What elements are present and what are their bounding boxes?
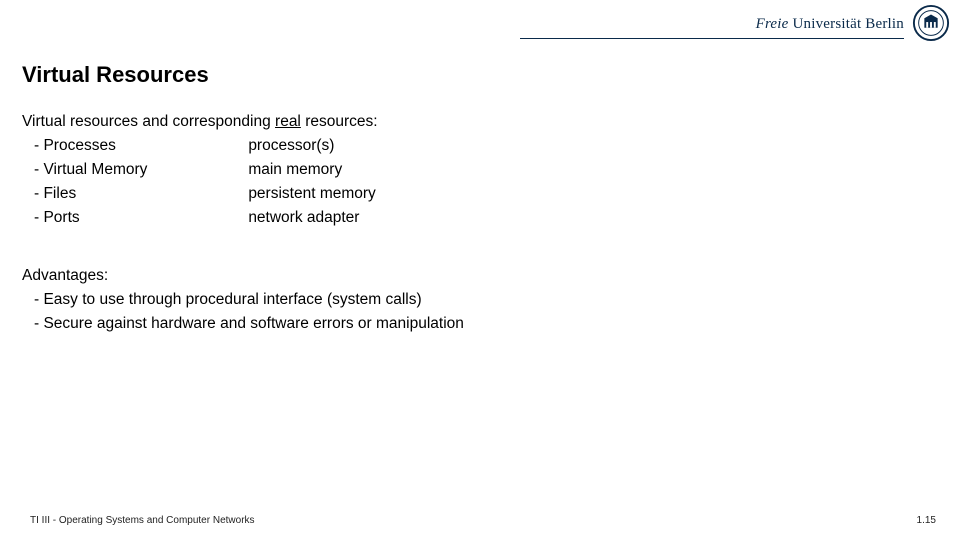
advantages-heading: Advantages: bbox=[22, 264, 464, 288]
resource-row: - Processes processor(s) bbox=[22, 134, 464, 158]
advantage-item: - Easy to use through procedural interfa… bbox=[22, 288, 464, 312]
resource-real: persistent memory bbox=[248, 182, 375, 206]
resource-row: - Virtual Memory main memory bbox=[22, 158, 464, 182]
header: Freie Universität Berlin bbox=[0, 0, 960, 46]
header-divider bbox=[520, 38, 904, 39]
brand-word-berlin: Berlin bbox=[865, 16, 904, 32]
resource-row: - Ports network adapter bbox=[22, 206, 464, 230]
resource-row: - Files persistent memory bbox=[22, 182, 464, 206]
advantages-block: Advantages: - Easy to use through proced… bbox=[22, 264, 464, 336]
slide-title: Virtual Resources bbox=[22, 62, 209, 88]
lead-pre: Virtual resources and corresponding bbox=[22, 113, 275, 130]
resource-virtual: - Virtual Memory bbox=[34, 158, 244, 182]
resource-virtual: - Files bbox=[34, 182, 244, 206]
resource-real: network adapter bbox=[248, 206, 359, 230]
resource-real: main memory bbox=[248, 158, 342, 182]
resource-virtual: - Ports bbox=[34, 206, 244, 230]
footer-course: TI III - Operating Systems and Computer … bbox=[30, 515, 255, 526]
advantage-item: - Secure against hardware and software e… bbox=[22, 312, 464, 336]
brand-word-1: Freie bbox=[756, 16, 789, 32]
footer-page-number: 1.15 bbox=[917, 515, 936, 526]
university-seal-icon bbox=[912, 4, 950, 42]
university-brand: Freie Universität Berlin bbox=[756, 16, 904, 33]
resource-virtual: - Processes bbox=[34, 134, 244, 158]
lead-line: Virtual resources and corresponding real… bbox=[22, 110, 464, 134]
slide-body: Virtual resources and corresponding real… bbox=[22, 110, 464, 336]
lead-post: resources: bbox=[301, 113, 378, 130]
brand-word-2: Universität bbox=[789, 16, 866, 32]
lead-underlined: real bbox=[275, 113, 301, 130]
resource-real: processor(s) bbox=[248, 134, 334, 158]
